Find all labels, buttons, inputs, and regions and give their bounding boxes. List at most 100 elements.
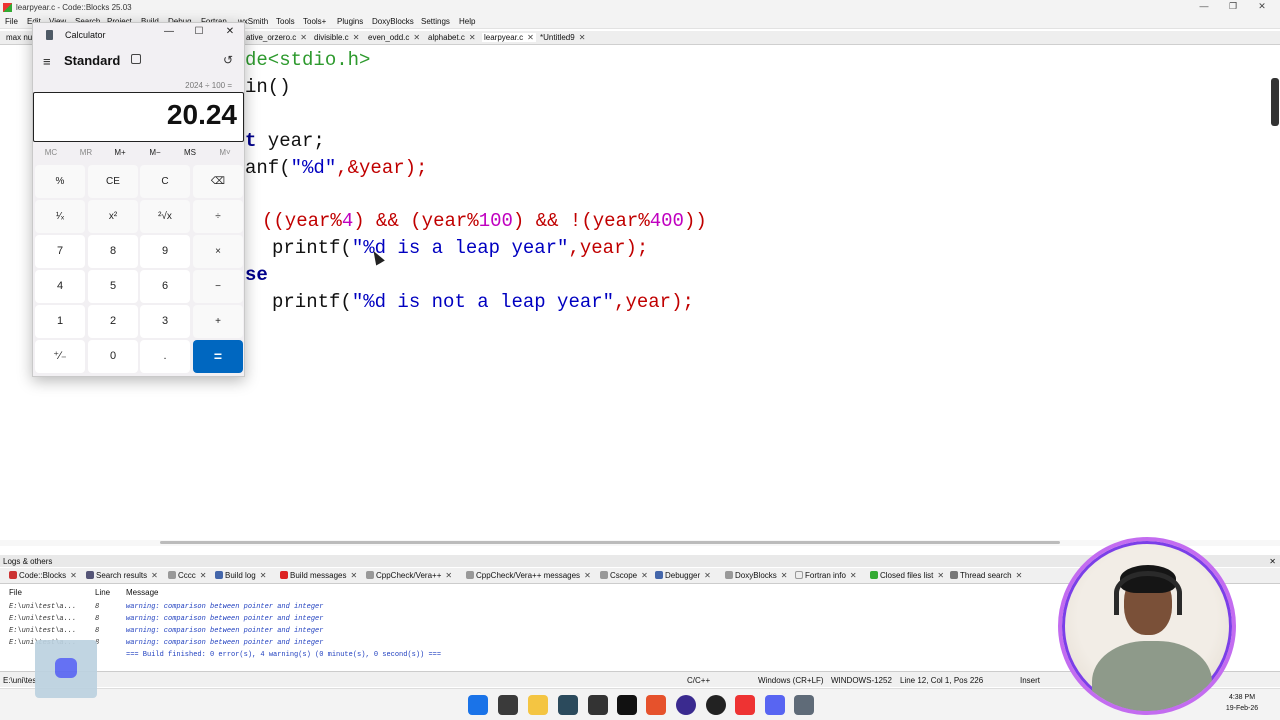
tab-divisible[interactable]: divisible.c ✕ [314,33,359,42]
menu-doxyblocks[interactable]: DoxyBlocks [372,17,414,26]
hamburger-menu-icon[interactable]: ≡ [43,54,51,69]
tab-search-results[interactable]: Search results ✕ [86,571,158,580]
tab-cscope[interactable]: Cscope ✕ [600,571,648,580]
calc-maximize-button[interactable]: ☐ [186,26,212,42]
scrollbar-thumb[interactable] [160,541,1060,544]
tab-even-odd[interactable]: even_odd.c ✕ [368,33,420,42]
tab-cccc[interactable]: Cccc ✕ [168,571,206,580]
maximize-button[interactable]: ❐ [1221,1,1245,13]
firefox-icon[interactable] [646,695,666,715]
clear-entry-button[interactable]: CE [88,165,138,198]
column-header-line[interactable]: Line [95,588,110,597]
obs-icon[interactable] [676,695,696,715]
close-icon[interactable]: ✕ [937,571,944,580]
calendar-icon[interactable] [588,695,608,715]
logs-close-icon[interactable]: ✕ [1269,557,1276,566]
tab-cppcheck-vera-messages[interactable]: CppCheck/Vera++ messages ✕ [466,571,591,580]
tab-thread-search[interactable]: Thread search ✕ [950,571,1022,580]
digit-2-button[interactable]: 2 [88,305,138,338]
system-clock[interactable]: 4:38 PM 19-Feb-26 [1212,692,1272,714]
tab-ative-orzero[interactable]: ative_orzero.c ✕ [246,33,307,42]
menu-plugins[interactable]: Plugins [337,17,363,26]
tab-cppcheck-vera[interactable]: CppCheck/Vera++ ✕ [366,571,452,580]
menu-help[interactable]: Help [459,17,475,26]
tab-learpyear[interactable]: learpyear.c ✕ [482,33,536,42]
square-button[interactable]: x² [88,200,138,233]
github-icon[interactable] [706,695,726,715]
memory-add-button[interactable]: M+ [105,148,135,157]
close-icon[interactable]: ✕ [300,33,307,42]
table-row[interactable]: E:\uni\test\a... 8 warning: comparison bet… [0,603,600,615]
close-button[interactable]: ✕ [1250,1,1274,13]
close-icon[interactable]: ✕ [641,571,648,580]
close-icon[interactable]: ✕ [350,571,357,580]
close-icon[interactable]: ✕ [781,571,788,580]
percent-button[interactable]: % [35,165,85,198]
close-icon[interactable]: ✕ [527,33,534,42]
reciprocal-button[interactable]: ¹⁄ₓ [35,200,85,233]
add-button[interactable]: + [193,305,243,338]
backspace-button[interactable]: ⌫ [193,165,243,198]
close-icon[interactable]: ✕ [584,571,591,580]
close-icon[interactable]: ✕ [151,571,158,580]
column-header-file[interactable]: File [9,588,22,597]
codeblocks-taskbar-icon[interactable] [735,695,755,715]
close-icon[interactable]: ✕ [200,571,207,580]
digit-1-button[interactable]: 1 [35,305,85,338]
vertical-scrollbar[interactable] [1271,78,1279,126]
discord-icon[interactable] [765,695,785,715]
digit-9-button[interactable]: 9 [140,235,190,268]
tab-closed-files-list[interactable]: Closed files list ✕ [870,571,944,580]
close-icon[interactable]: ✕ [260,571,267,580]
close-icon[interactable]: ✕ [70,571,77,580]
tab-doxyblocks[interactable]: DoxyBlocks ✕ [725,571,788,580]
close-icon[interactable]: ✕ [1016,571,1023,580]
memory-list-button[interactable]: M˅ [210,148,240,157]
close-icon[interactable]: ✕ [445,571,452,580]
calc-close-button[interactable]: ✕ [217,26,243,42]
menu-tools-plus[interactable]: Tools+ [303,17,326,26]
menu-settings[interactable]: Settings [421,17,450,26]
notion-icon[interactable] [617,695,637,715]
calc-minimize-button[interactable]: — [156,26,182,42]
menu-file[interactable]: File [5,17,18,26]
tab-codeblocks-log[interactable]: Code::Blocks ✕ [9,571,77,580]
digit-0-button[interactable]: 0 [88,340,138,373]
history-icon[interactable]: ↺ [223,53,233,67]
table-row[interactable]: E:\uni\test\a... 8 warning: comparison bet… [0,627,600,639]
close-icon[interactable]: ✕ [353,33,360,42]
minimize-button[interactable]: — [1192,1,1216,13]
snipping-tool-icon[interactable] [558,695,578,715]
horizontal-scrollbar[interactable] [0,540,1280,546]
close-icon[interactable]: ✕ [850,571,857,580]
table-row[interactable]: E:\uni\test\a... 8 warning: comparison bet… [0,615,600,627]
tab-untitled9[interactable]: *Untitled9 ✕ [540,33,585,42]
subtract-button[interactable]: − [193,270,243,303]
file-explorer-icon[interactable] [528,695,548,715]
digit-4-button[interactable]: 4 [35,270,85,303]
calculator-taskbar-icon[interactable] [794,695,814,715]
task-view-icon[interactable] [498,695,518,715]
digit-3-button[interactable]: 3 [140,305,190,338]
close-icon[interactable]: ✕ [704,571,711,580]
keep-on-top-icon[interactable] [131,54,141,64]
negate-button[interactable]: ⁺∕₋ [35,340,85,373]
clear-button[interactable]: C [140,165,190,198]
memory-store-button[interactable]: MS [175,148,205,157]
menu-tools[interactable]: Tools [276,17,295,26]
digit-5-button[interactable]: 5 [88,270,138,303]
divide-button[interactable]: ÷ [193,200,243,233]
equals-button[interactable]: = [193,340,243,373]
windows-start-icon[interactable] [468,695,488,715]
digit-6-button[interactable]: 6 [140,270,190,303]
tab-fortran-info[interactable]: Fortran info ✕ [795,571,857,580]
tab-build-messages[interactable]: Build messages ✕ [280,571,357,580]
column-header-message[interactable]: Message [126,588,158,597]
decimal-button[interactable]: . [140,340,190,373]
close-icon[interactable]: ✕ [413,33,420,42]
tab-debugger[interactable]: Debugger ✕ [655,571,711,580]
tab-build-log[interactable]: Build log ✕ [215,571,266,580]
digit-8-button[interactable]: 8 [88,235,138,268]
digit-7-button[interactable]: 7 [35,235,85,268]
tab-alphabet[interactable]: alphabet.c ✕ [428,33,476,42]
